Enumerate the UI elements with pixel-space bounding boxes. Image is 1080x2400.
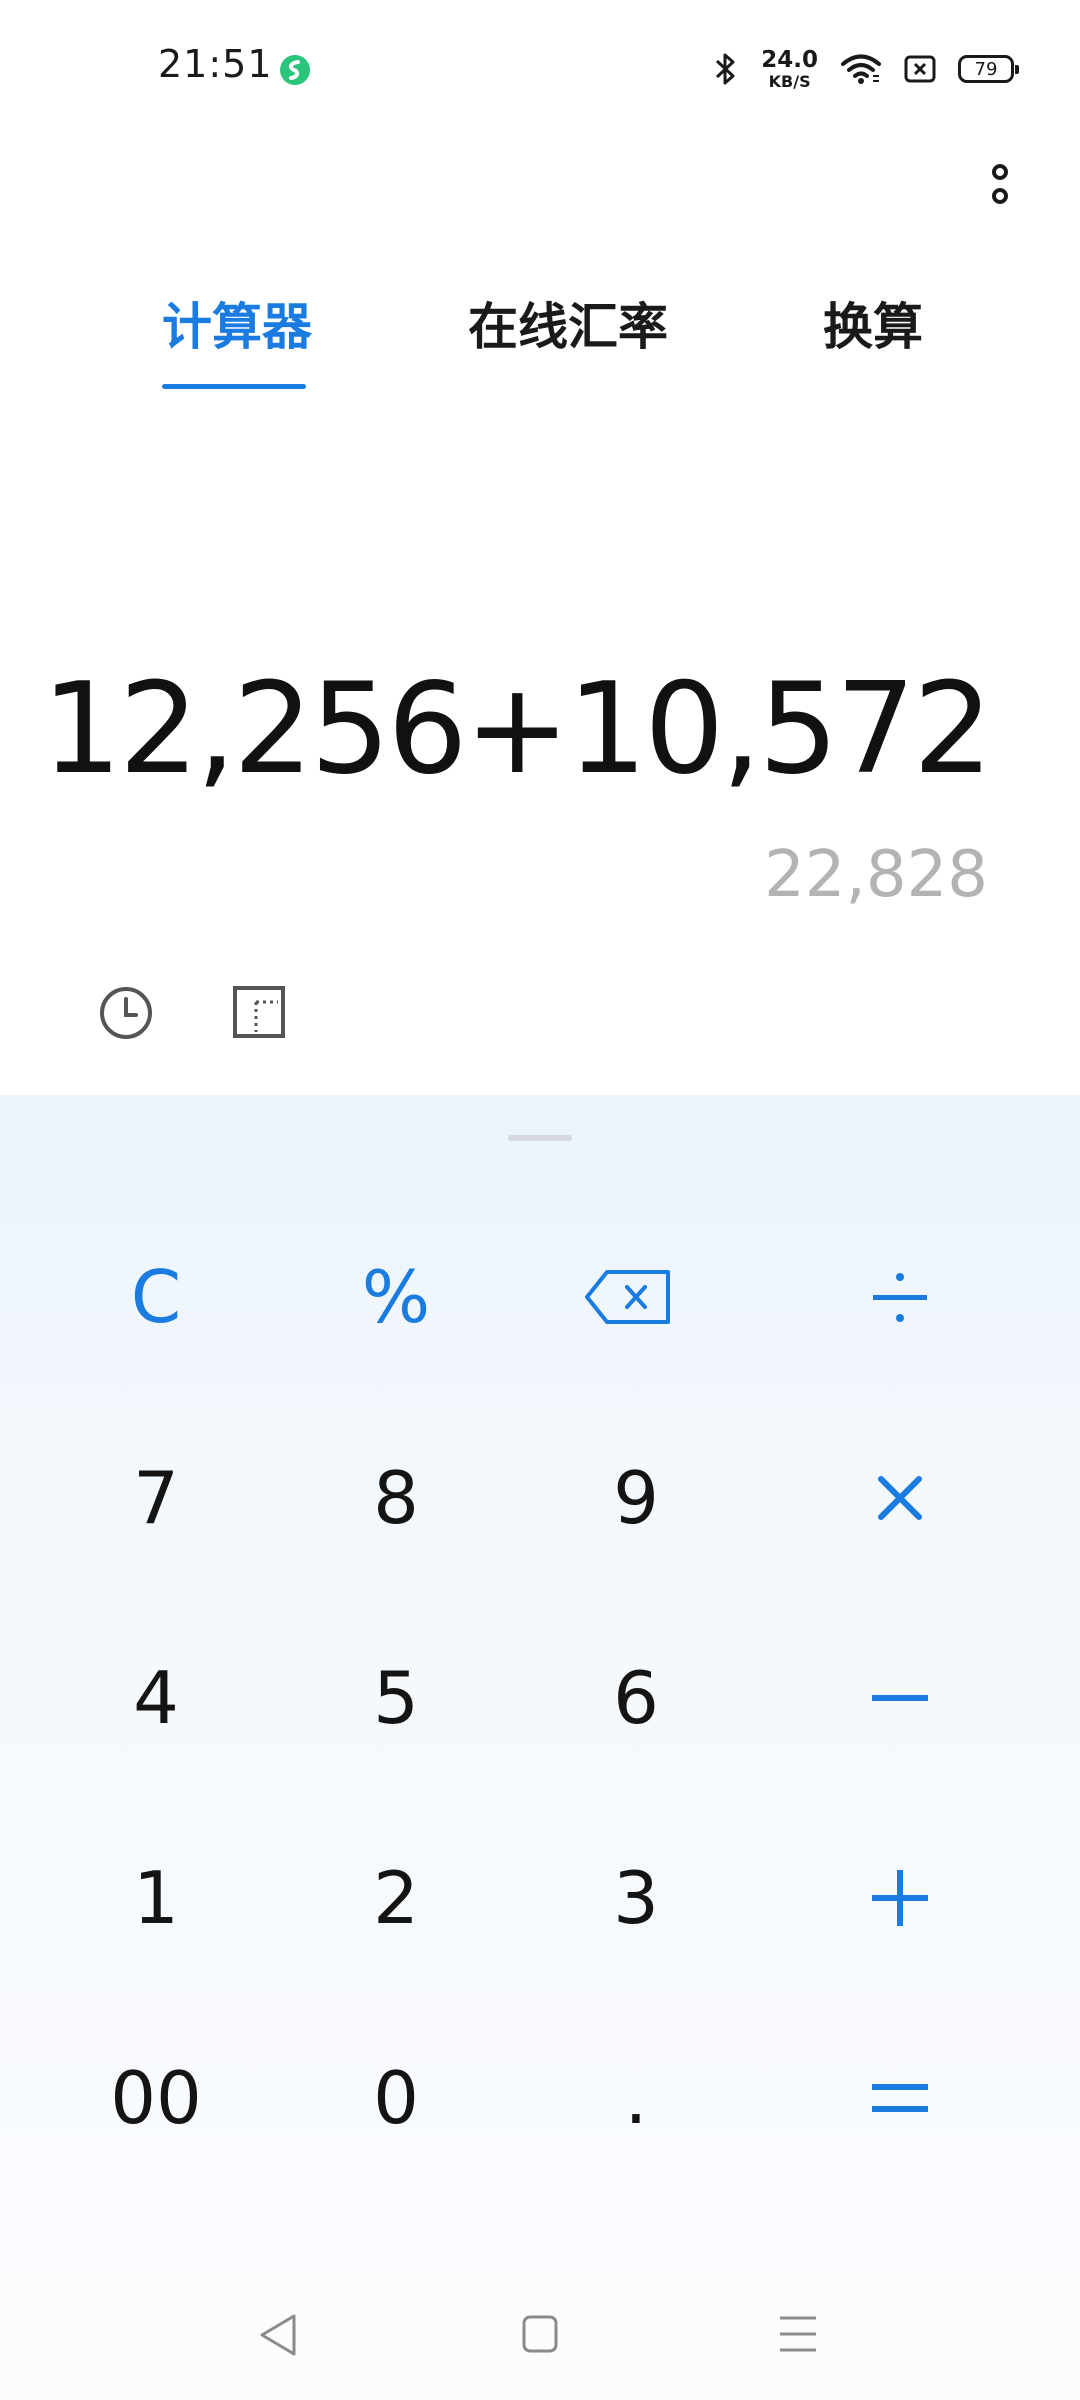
result-display: 22,828 (764, 838, 988, 912)
sim-icon (904, 55, 936, 83)
decimal-button[interactable]: . (536, 2013, 736, 2183)
divide-button[interactable] (800, 1212, 1000, 1382)
backspace-icon (585, 1270, 670, 1324)
scientific-mode-icon[interactable] (232, 985, 286, 1039)
backspace-button[interactable] (528, 1212, 728, 1382)
tab-exchange-rate[interactable]: 在线汇率 (468, 292, 668, 362)
wifi-icon (841, 54, 881, 84)
digit-5-button[interactable]: 5 (296, 1613, 496, 1783)
tab-bar: 计算器 在线汇率 换算 (0, 280, 1080, 400)
multiply-icon (878, 1476, 922, 1520)
percent-button[interactable]: % (296, 1212, 496, 1382)
recent-apps-icon[interactable] (768, 2310, 828, 2360)
system-navigation-bar (0, 2290, 1080, 2380)
tab-conversion[interactable]: 换算 (823, 292, 923, 362)
digit-2-button[interactable]: 2 (296, 1813, 496, 1983)
minus-icon (872, 1695, 928, 1701)
digit-6-button[interactable]: 6 (536, 1613, 736, 1783)
digit-0-button[interactable]: 0 (296, 2013, 496, 2183)
add-button[interactable] (800, 1813, 1000, 1983)
equals-button[interactable] (800, 2013, 1000, 2183)
tab-calculator[interactable]: 计算器 (162, 292, 312, 362)
tab-indicator (162, 384, 306, 389)
plus-icon (872, 1870, 928, 1926)
digit-3-button[interactable]: 3 (536, 1813, 736, 1983)
digit-9-button[interactable]: 9 (536, 1413, 736, 1583)
status-icons: 24.0 KB/S 79 (713, 46, 1019, 92)
digit-7-button[interactable]: 7 (56, 1413, 256, 1583)
history-icon[interactable] (98, 985, 154, 1041)
digit-1-button[interactable]: 1 (56, 1813, 256, 1983)
keypad: C % 7 8 9 4 5 6 1 2 3 00 0 . (0, 1095, 1080, 2400)
equals-icon (872, 2084, 928, 2112)
divide-icon (873, 1273, 927, 1322)
status-bar: 21:51 24.0 KB/S 79 (0, 0, 1080, 140)
home-icon[interactable] (510, 2310, 570, 2360)
double-zero-button[interactable]: 00 (56, 2013, 256, 2183)
app-notification-icon (280, 55, 310, 85)
bluetooth-icon (716, 53, 735, 85)
more-options-icon[interactable] (978, 158, 1022, 214)
subtract-button[interactable] (800, 1613, 1000, 1783)
battery-icon: 79 (958, 55, 1019, 83)
digit-4-button[interactable]: 4 (56, 1613, 256, 1783)
expression-display: 12,256+10,572 (41, 655, 993, 802)
multiply-button[interactable] (800, 1413, 1000, 1583)
back-icon[interactable] (250, 2310, 310, 2360)
digit-8-button[interactable]: 8 (296, 1413, 496, 1583)
status-time: 21:51 (158, 42, 273, 86)
network-speed-unit: KB/S (768, 71, 811, 91)
network-speed-value: 24.0 (761, 46, 818, 73)
clear-button[interactable]: C (56, 1212, 256, 1382)
battery-level: 79 (974, 58, 998, 80)
drag-handle[interactable] (508, 1135, 572, 1141)
network-speed: 24.0 KB/S (761, 46, 818, 91)
